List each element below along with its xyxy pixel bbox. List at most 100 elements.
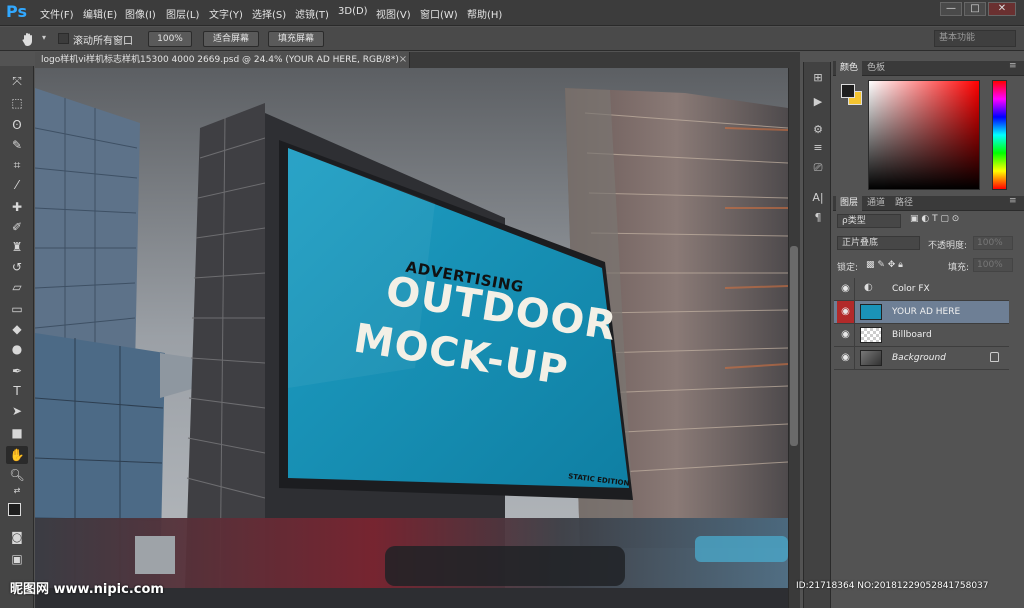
menu-layer[interactable]: 图层(L) (166, 6, 199, 21)
paragraph-panel-icon[interactable]: ¶ (809, 210, 827, 226)
restore-button[interactable]: □ (964, 2, 986, 16)
watermark-right: ID:21718364 NO:20181229052841758037 (796, 581, 989, 591)
dodge-tool-icon[interactable]: ● (6, 340, 28, 358)
menu-window[interactable]: 窗口(W) (420, 6, 458, 21)
clone-stamp-tool-icon[interactable]: ♜ (6, 238, 28, 256)
visibility-eye-icon[interactable]: ◉ (837, 278, 855, 300)
smart-object-thumbnail (860, 304, 882, 320)
color-picker-field[interactable] (868, 80, 980, 190)
pen-tool-icon[interactable]: ✒ (6, 362, 28, 380)
eyedropper-tool-icon[interactable]: ⁄ (6, 176, 28, 194)
close-tab-icon[interactable]: × (397, 53, 409, 67)
panel-menu-icon[interactable]: ≡ (1009, 61, 1017, 71)
layer-filter-select[interactable]: ρ类型 (837, 214, 901, 228)
adjustment-layer-icon: ◐ (864, 282, 873, 293)
color-panel-tabs: 颜色 色板 ≡ (833, 61, 1024, 76)
visibility-eye-icon[interactable]: ◉ (837, 301, 855, 323)
visibility-eye-icon[interactable]: ◉ (837, 347, 855, 369)
layer-row[interactable]: ◉ Billboard (834, 324, 1009, 347)
tab-layers[interactable]: 图层 (836, 196, 863, 211)
history-brush-tool-icon[interactable]: ↺ (6, 258, 28, 276)
menu-help[interactable]: 帮助(H) (467, 6, 502, 21)
hand-tool-icon[interactable]: ✋ (6, 446, 28, 464)
menu-select[interactable]: 选择(S) (252, 6, 286, 21)
collapsed-panels-strip: ⊞ ▶ ⚙ ≡ ⎚ A| ¶ (803, 62, 831, 608)
menu-filter[interactable]: 滤镜(T) (295, 6, 329, 21)
lock-icon (990, 352, 999, 362)
layer-row[interactable]: ◉ Background (834, 347, 1009, 370)
marquee-tool-icon[interactable]: ⬚ (6, 94, 28, 112)
fill-label: 填充: (948, 263, 970, 273)
menu-3d[interactable]: 3D(D) (338, 6, 368, 17)
gradient-tool-icon[interactable]: ▭ (6, 300, 28, 318)
properties-panel-icon[interactable]: ⚙ (809, 122, 827, 138)
layers-panel-tabs: 图层 通道 路径 ≡ (833, 196, 1024, 211)
brush-panel-icon[interactable]: ⎚ (809, 160, 827, 176)
minimize-button[interactable]: — (940, 2, 962, 16)
opacity-input[interactable]: 100% (973, 236, 1013, 250)
layer-thumbnail (860, 327, 882, 343)
blur-tool-icon[interactable]: ◆ (6, 320, 28, 338)
quick-select-tool-icon[interactable]: ✎ (6, 136, 28, 154)
document-canvas[interactable]: ADVERTISING OUTDOOR MOCK-UP STATIC EDITI… (35, 68, 788, 608)
screen-mode-icon[interactable]: ▣ (6, 550, 28, 568)
menu-image[interactable]: 图像(I) (125, 6, 156, 21)
path-select-tool-icon[interactable]: ➤ (6, 402, 28, 420)
lasso-tool-icon[interactable]: ʘ (6, 116, 28, 134)
menu-edit[interactable]: 编辑(E) (83, 6, 117, 21)
menu-file[interactable]: 文件(F) (40, 6, 74, 21)
fill-screen-button[interactable]: 填充屏幕 (268, 31, 324, 47)
menu-type[interactable]: 文字(Y) (209, 6, 243, 21)
eraser-tool-icon[interactable]: ▱ (6, 278, 28, 296)
watermark-left: 昵图网 www.nipic.com (10, 582, 164, 597)
layers-menu-icon[interactable]: ≡ (1009, 196, 1017, 206)
hand-tool-icon[interactable] (20, 31, 36, 47)
scroll-all-windows-label: 滚动所有窗口 (73, 36, 133, 47)
tab-paths[interactable]: 路径 (891, 196, 917, 211)
healing-brush-tool-icon[interactable]: ✚ (6, 198, 28, 216)
lock-label: 锁定: (837, 263, 859, 273)
close-button[interactable]: ✕ (988, 2, 1016, 16)
tab-channels[interactable]: 通道 (863, 196, 889, 211)
options-bar: ▾ 滚动所有窗口 100% 适合屏幕 填充屏幕 基本功能 (0, 27, 1024, 51)
swap-colors-icon[interactable]: ⇄ (6, 482, 28, 500)
blend-mode-select[interactable]: 正片叠底 (837, 236, 920, 250)
fit-screen-button[interactable]: 适合屏幕 (203, 31, 259, 47)
lock-icons[interactable]: ▩ ✎ ✥ 🔒︎ (866, 260, 903, 270)
character-panel-icon[interactable]: A| (809, 190, 827, 206)
move-tool-icon[interactable]: ⤧ (6, 72, 28, 90)
adjustments-panel-icon[interactable]: ≡ (809, 140, 827, 156)
workspace-select[interactable]: 基本功能 (934, 30, 1016, 47)
layer-row-selected[interactable]: ◉ YOUR AD HERE (834, 301, 1009, 324)
tool-preset-chevron-icon[interactable]: ▾ (42, 33, 46, 42)
history-panel-icon[interactable]: ⊞ (809, 70, 827, 86)
crop-tool-icon[interactable]: ⌗ (6, 156, 28, 174)
layer-name: YOUR AD HERE (892, 307, 961, 317)
visibility-eye-icon[interactable]: ◉ (837, 324, 855, 346)
quick-mask-icon[interactable]: ◙ (6, 528, 28, 546)
layer-row[interactable]: ◉ ◐ Color FX (834, 278, 1009, 301)
scroll-all-windows-checkbox[interactable] (58, 33, 69, 44)
hue-slider[interactable] (992, 80, 1007, 190)
layer-name: Billboard (892, 330, 932, 340)
foreground-color-swatch[interactable] (8, 503, 21, 516)
photoshop-logo: Ps (6, 2, 27, 21)
type-tool-icon[interactable]: T (6, 382, 28, 400)
tab-swatches[interactable]: 色板 (863, 61, 889, 76)
filter-icons[interactable]: ▣ ◐ T ▢ ⊙ (910, 214, 959, 224)
panel-foreground-swatch[interactable] (841, 84, 855, 98)
tab-color[interactable]: 颜色 (836, 61, 863, 76)
menu-bar: Ps 文件(F) 编辑(E) 图像(I) 图层(L) 文字(Y) 选择(S) 滤… (0, 0, 1024, 26)
zoom-100-button[interactable]: 100% (148, 31, 192, 47)
actions-panel-icon[interactable]: ▶ (809, 94, 827, 110)
layer-name: Color FX (892, 284, 930, 294)
layer-name: Background (892, 353, 946, 363)
document-tab[interactable]: logo样机vi样机标志样机15300 4000 2669.psd @ 24.4… (35, 52, 410, 68)
fill-input[interactable]: 100% (973, 258, 1013, 272)
menu-view[interactable]: 视图(V) (376, 6, 411, 21)
brush-tool-icon[interactable]: ✐ (6, 218, 28, 236)
background-thumbnail (860, 350, 882, 366)
tools-panel: ⤧ ⬚ ʘ ✎ ⌗ ⁄ ✚ ✐ ♜ ↺ ▱ ▭ ◆ ● ✒ T ➤ ■ ✋ 🔍︎… (0, 66, 34, 608)
rectangle-tool-icon[interactable]: ■ (6, 424, 28, 442)
scrollbar-thumb[interactable] (790, 246, 798, 446)
